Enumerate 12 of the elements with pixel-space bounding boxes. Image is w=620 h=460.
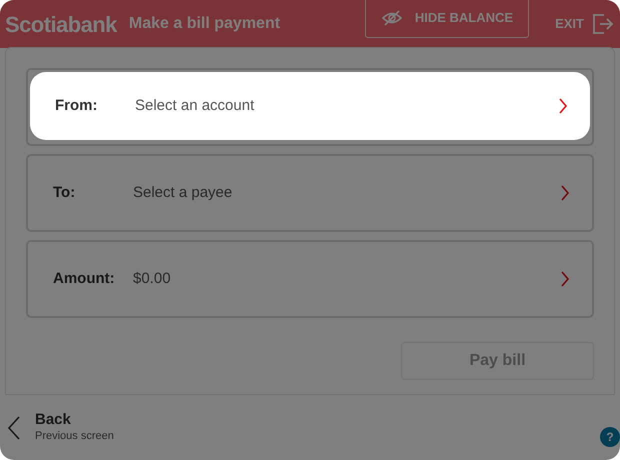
back-button[interactable]: Back Previous screen xyxy=(7,411,114,444)
eye-slash-icon xyxy=(380,10,403,26)
chevron-right-icon xyxy=(560,185,570,201)
exit-button[interactable]: EXIT xyxy=(555,13,614,35)
bank-logo: Scotiabank xyxy=(5,10,117,38)
page-title: Make a bill payment xyxy=(128,14,280,34)
payment-field-row[interactable]: From: Select an account xyxy=(30,72,590,140)
chevron-right-icon xyxy=(560,271,570,287)
chevron-left-icon xyxy=(7,416,20,440)
exit-icon xyxy=(592,13,614,35)
hide-balance-button[interactable]: HIDE BALANCE xyxy=(364,0,530,38)
chevron-right-icon xyxy=(558,98,568,114)
